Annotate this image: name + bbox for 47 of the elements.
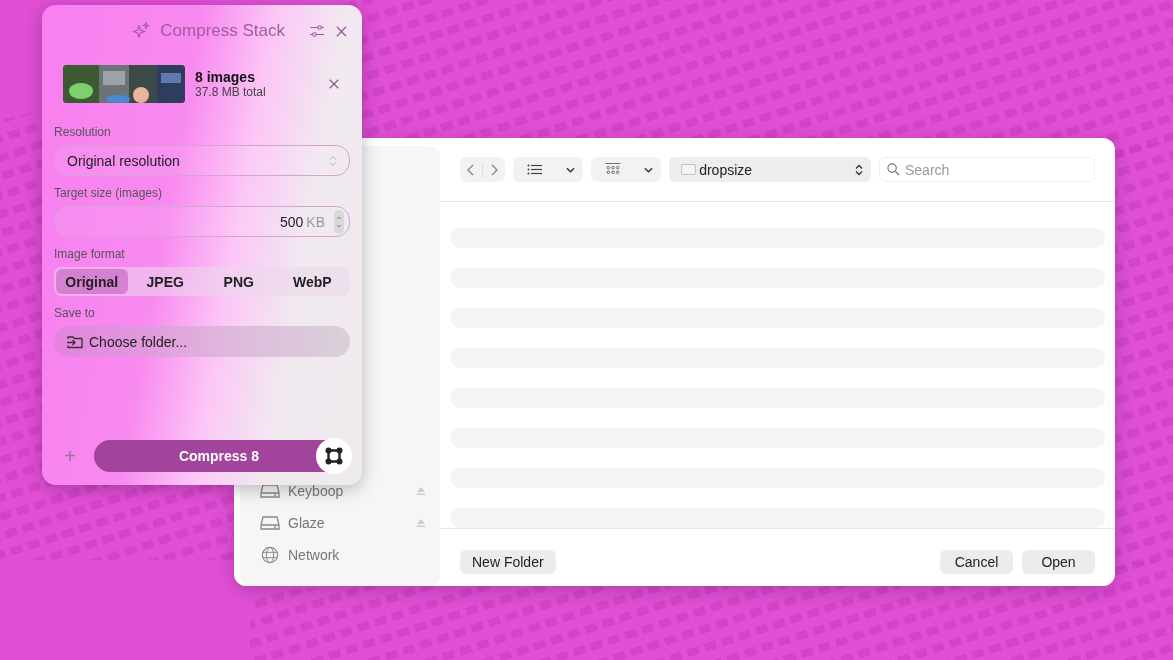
- field-label: Save to: [54, 306, 96, 320]
- grid-view-button[interactable]: [591, 157, 662, 182]
- stepper-arrows-icon: [329, 154, 337, 167]
- choose-folder-button[interactable]: Choose folder...: [54, 326, 350, 357]
- nodes-button[interactable]: [316, 438, 352, 474]
- grid-icon: [605, 163, 622, 176]
- navigation-control[interactable]: [460, 157, 505, 182]
- chevron-down-icon: [566, 166, 576, 173]
- sparkle-icon: [132, 22, 151, 40]
- image-count: 8 images: [195, 69, 256, 85]
- close-icon[interactable]: [328, 78, 340, 90]
- forward-icon[interactable]: [489, 162, 499, 177]
- stepper-arrows-icon: [855, 163, 863, 176]
- back-icon[interactable]: [466, 162, 476, 177]
- open-button[interactable]: Open: [1022, 550, 1095, 574]
- format-option[interactable]: Original: [56, 269, 128, 294]
- drive-icon: [260, 514, 280, 532]
- stepper-icon[interactable]: [334, 209, 344, 234]
- close-icon[interactable]: [335, 24, 348, 38]
- globe-icon: [260, 546, 280, 564]
- cancel-button[interactable]: Cancel: [940, 550, 1013, 574]
- resolution-select[interactable]: Original resolution: [54, 145, 350, 176]
- format-option[interactable]: WebP: [276, 269, 348, 294]
- search-field[interactable]: Search: [879, 157, 1095, 182]
- unit-label: KB: [306, 213, 325, 230]
- format-option[interactable]: JPEG: [129, 269, 201, 294]
- total-size: 37.8 MB total: [195, 85, 267, 99]
- search-icon: [887, 163, 900, 176]
- field-label: Target size (images): [54, 186, 164, 200]
- field-label: Resolution: [54, 125, 112, 139]
- target-size-field[interactable]: 500 KB: [54, 206, 350, 237]
- sidebar-item[interactable]: Network: [260, 545, 426, 565]
- list-icon: [527, 163, 543, 176]
- sidebar-item[interactable]: Keyboop: [260, 481, 426, 501]
- field-label: Image format: [54, 247, 126, 261]
- folder-import-icon: [67, 334, 83, 349]
- panel-title: Compress Stack: [160, 21, 285, 41]
- chevron-down-icon: [644, 166, 654, 173]
- new-folder-button[interactable]: New Folder: [460, 550, 556, 574]
- list-view-button[interactable]: [513, 157, 584, 182]
- nodes-icon: [325, 447, 343, 465]
- drive-icon: [260, 482, 280, 500]
- sidebar-item[interactable]: Glaze: [260, 513, 426, 533]
- folder-icon: [681, 164, 697, 175]
- settings-icon[interactable]: [309, 24, 325, 38]
- format-option[interactable]: PNG: [203, 269, 275, 294]
- location-popup[interactable]: dropsize: [669, 157, 871, 182]
